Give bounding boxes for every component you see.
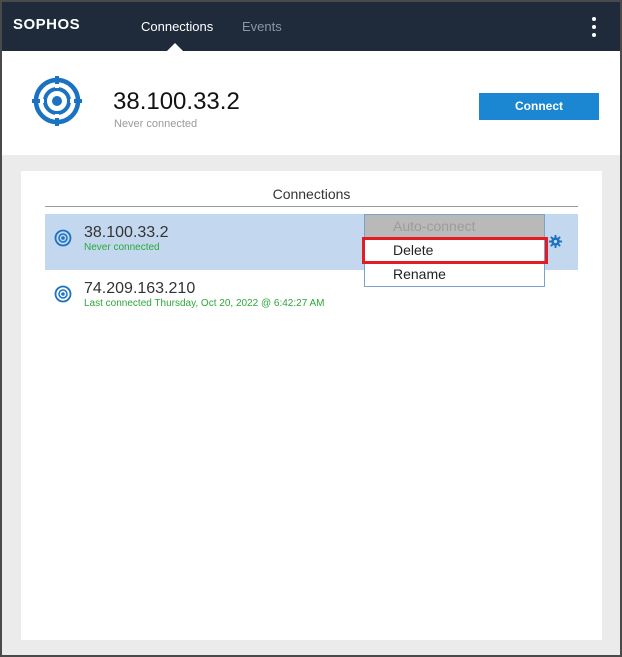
kebab-menu-icon[interactable] [588, 16, 600, 38]
brand-logo: SOPHOS [13, 16, 81, 33]
target-icon [54, 285, 72, 303]
tab-connections[interactable]: Connections [141, 19, 213, 34]
connection-name: 74.209.163.210 [84, 280, 196, 297]
connection-status: Never connected [84, 242, 160, 253]
connection-name: 38.100.33.2 [84, 224, 169, 241]
target-icon [32, 76, 82, 126]
tab-events[interactable]: Events [242, 19, 282, 34]
target-icon [54, 229, 72, 247]
menu-item-auto-connect: Auto-connect [365, 215, 544, 238]
connections-panel: Connections 38.100.33.2 Never connected [21, 171, 602, 640]
active-tab-indicator [167, 43, 183, 51]
menu-item-rename[interactable]: Rename [365, 263, 544, 286]
gear-icon[interactable] [548, 234, 563, 249]
connection-host-title: 38.100.33.2 [113, 88, 240, 115]
connection-status: Last connected Thursday, Oct 20, 2022 @ … [84, 298, 325, 309]
top-bar: SOPHOS Connections Events [2, 2, 620, 51]
divider [45, 206, 578, 207]
connections-panel-title: Connections [272, 186, 351, 202]
connect-button[interactable]: Connect [479, 93, 599, 120]
connection-status-text: Never connected [114, 118, 198, 130]
app-window: SOPHOS Connections Events 38.100.33.2 Ne… [0, 0, 622, 657]
connection-header: 38.100.33.2 Never connected Connect [2, 51, 620, 155]
delete-highlight-box [362, 237, 548, 264]
